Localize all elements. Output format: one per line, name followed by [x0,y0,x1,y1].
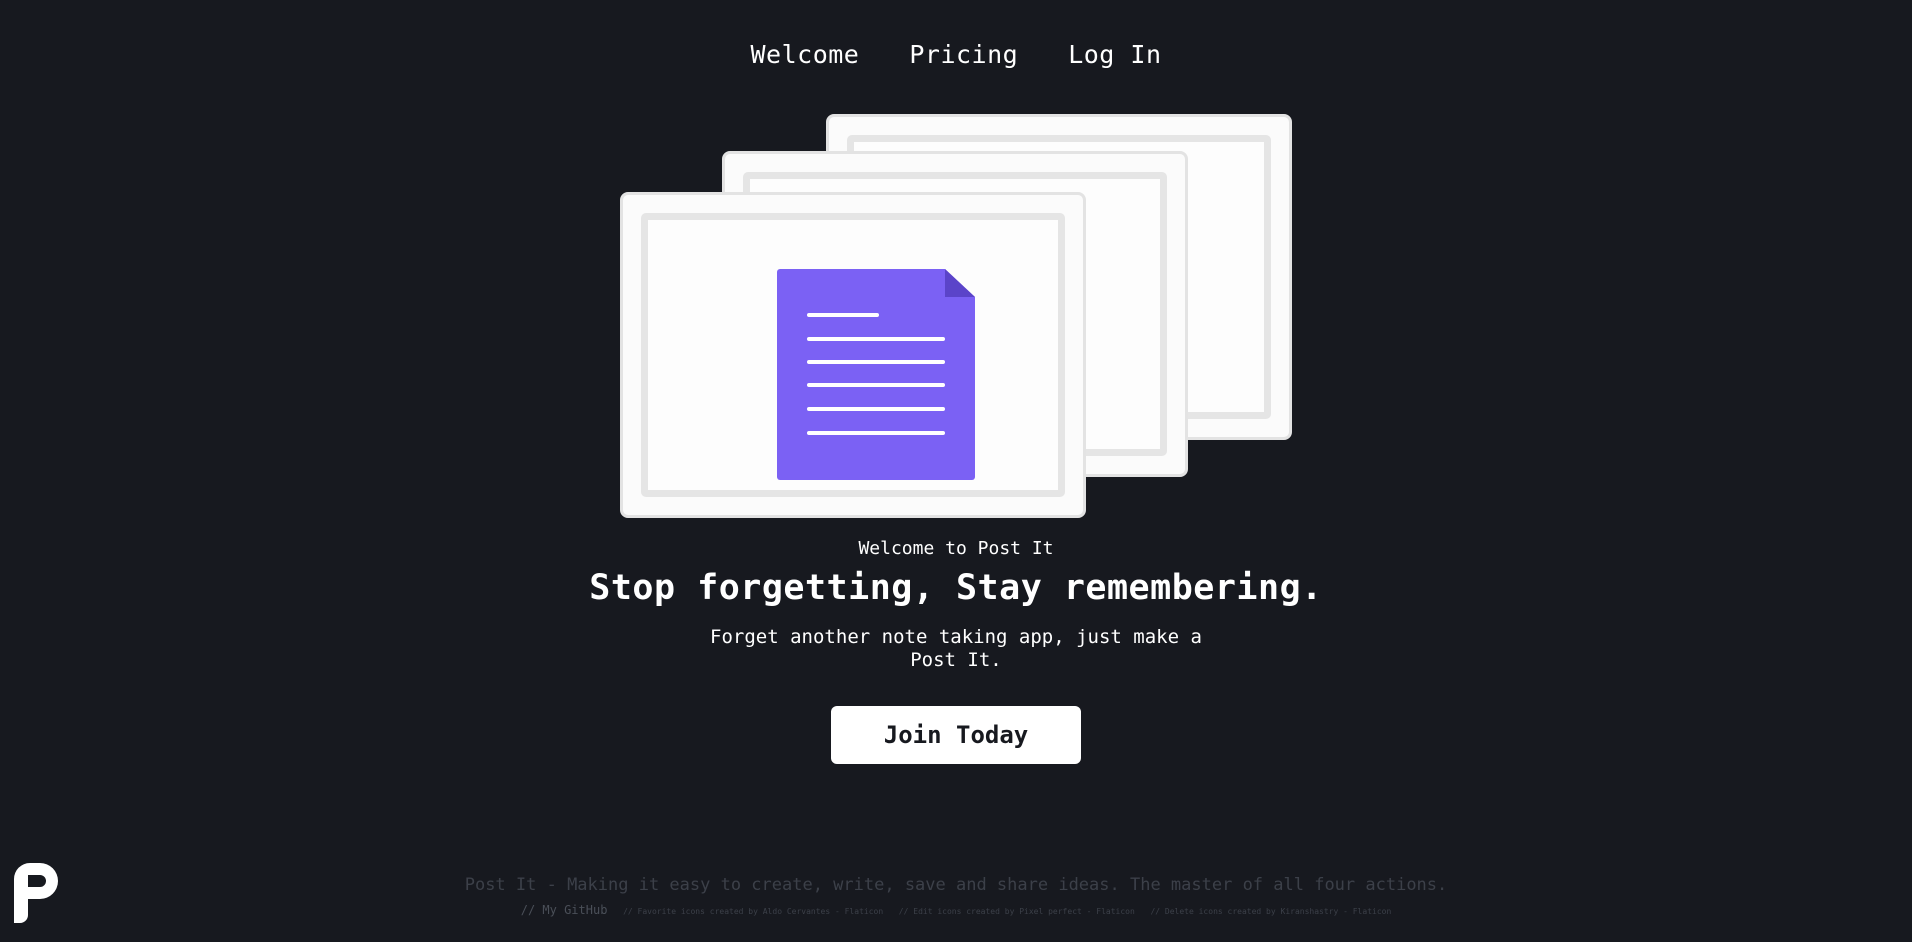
credit-delete-icons[interactable]: // Delete icons created by Kiranshastry … [1150,907,1391,916]
note-card-frame [641,213,1065,497]
nav-welcome-link[interactable]: Welcome [750,40,859,69]
landing-page: Welcome Pricing Log In Welcome to Post I… [0,0,1912,942]
hero-eyebrow: Welcome to Post It [858,538,1054,559]
credit-favorite-icons[interactable]: // Favorite icons created by Aldo Cervan… [623,907,883,916]
nav-pricing-link[interactable]: Pricing [909,40,1018,69]
credit-edit-icons[interactable]: // Edit icons created by Pixel perfect -… [899,907,1135,916]
footer-tagline: Post It - Making it easy to create, writ… [464,875,1448,895]
footer-credits: // My GitHub // Favorite icons created b… [0,899,1912,918]
join-today-button[interactable]: Join Today [831,706,1081,764]
hero-subtitle: Forget another note taking app, just mak… [710,626,1202,671]
document-icon [777,269,975,480]
notes-illustration [620,114,1292,520]
hero-headline: Stop forgetting, Stay remembering. [589,568,1323,608]
note-card-front [620,192,1086,518]
top-nav: Welcome Pricing Log In [0,40,1912,69]
github-link[interactable]: // My GitHub [521,903,608,917]
nav-login-link[interactable]: Log In [1068,40,1161,69]
